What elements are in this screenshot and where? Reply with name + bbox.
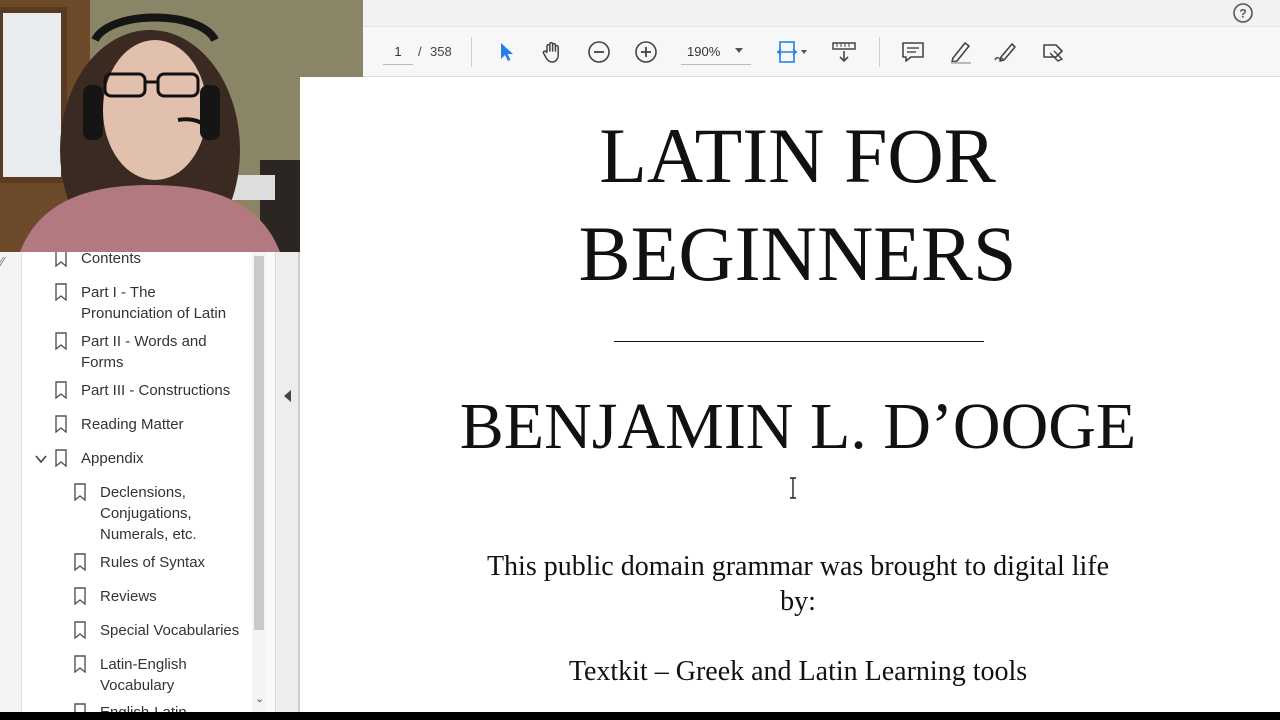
bookmark-label: Appendix xyxy=(81,450,144,467)
page-total: 358 xyxy=(430,44,452,59)
toolbar-divider xyxy=(879,37,880,67)
document-viewport[interactable]: LATIN FOR BEGINNERS BENJAMIN L. D’OOGE T… xyxy=(300,77,1280,712)
panel-gutter xyxy=(266,252,275,712)
scrollbar-thumb[interactable] xyxy=(254,256,264,630)
panel-collapse-bar[interactable] xyxy=(275,252,300,712)
bookmark-icon xyxy=(74,655,86,673)
bookmark-label: Rules of Syntax xyxy=(100,554,206,571)
bookmark-subitem[interactable]: Special Vocabularies xyxy=(73,620,252,641)
document-author: BENJAMIN L. D’OOGE xyxy=(459,390,1137,463)
bookmark-list: Contents Part I - The Pronunciation of L… xyxy=(22,252,252,712)
svg-text:?: ? xyxy=(1239,7,1246,21)
pdf-toolbar: 1 / 358 190% xyxy=(363,27,1280,77)
bookmarks-panel: ⁄⁄ Contents Part I - The Pronunciation o… xyxy=(0,252,300,712)
bookmark-subitem[interactable]: Latin-English Vocabulary xyxy=(73,654,220,696)
zoom-out-icon[interactable] xyxy=(584,37,614,67)
collapse-panel-icon[interactable] xyxy=(284,390,291,402)
bookmark-icon xyxy=(55,252,67,267)
bookmark-subitem[interactable]: Declensions, Conjugations, Numerals, etc… xyxy=(73,482,220,545)
bookmark-icon xyxy=(55,381,67,399)
bookmark-subitem[interactable]: English-Latin xyxy=(73,702,252,712)
page-separator: / xyxy=(418,44,422,59)
bookmark-icon xyxy=(74,587,86,605)
bookmark-label: Latin-English Vocabulary xyxy=(100,656,187,694)
bookmark-icon xyxy=(74,621,86,639)
credit-line: This public domain grammar was brought t… xyxy=(486,551,1110,582)
hand-icon[interactable] xyxy=(537,37,567,67)
bookmark-item[interactable]: Part II - Words and Forms xyxy=(54,331,241,373)
chevron-down-icon[interactable] xyxy=(735,48,743,53)
document-title-line1: LATIN FOR xyxy=(599,112,996,199)
bookmark-icon xyxy=(74,483,86,501)
bookmark-item[interactable]: Reading Matter xyxy=(54,414,241,435)
bookmark-icon xyxy=(74,703,86,712)
bookmark-icon xyxy=(55,283,67,301)
bookmarks-scrollbar[interactable]: ⌄ xyxy=(252,252,266,712)
bookmark-label: English-Latin xyxy=(100,702,252,712)
select-arrow-icon[interactable] xyxy=(491,37,521,67)
scroll-mode-icon[interactable] xyxy=(829,37,859,67)
bookmark-item[interactable]: Part I - The Pronunciation of Latin xyxy=(54,282,241,324)
panel-handle-icon[interactable]: ⁄⁄ xyxy=(0,254,4,269)
bookmark-label: Part I - The Pronunciation of Latin xyxy=(81,284,227,322)
bookmark-subitem[interactable]: Rules of Syntax xyxy=(73,552,252,573)
bookmark-label: Declensions, Conjugations, Numerals, etc… xyxy=(100,484,197,543)
bookmark-icon xyxy=(55,449,67,467)
screen-bottom-edge xyxy=(0,712,1280,720)
panel-tool-strip: ⁄⁄ xyxy=(0,252,22,712)
bookmark-icon xyxy=(55,415,67,433)
more-tools-icon[interactable] xyxy=(1038,37,1068,67)
bookmark-subitem[interactable]: Reviews xyxy=(73,586,252,607)
bookmark-label: Contents xyxy=(81,252,142,267)
credit-line: Textkit – Greek and Latin Learning tools xyxy=(568,656,1028,687)
help-icon[interactable]: ? xyxy=(1232,2,1254,24)
bookmark-label: Reading Matter xyxy=(81,416,184,433)
scroll-down-icon[interactable]: ⌄ xyxy=(255,692,264,705)
bookmark-icon xyxy=(74,553,86,571)
chevron-down-icon[interactable] xyxy=(34,452,48,466)
text-cursor-icon xyxy=(790,477,796,499)
bookmark-item-appendix[interactable]: Appendix xyxy=(54,448,241,469)
comment-icon[interactable] xyxy=(898,37,928,67)
sign-icon[interactable] xyxy=(991,37,1021,67)
document-title-line2: BEGINNERS xyxy=(578,210,1017,297)
zoom-in-icon[interactable] xyxy=(631,37,661,67)
highlight-icon[interactable] xyxy=(945,37,975,67)
toolbar-divider xyxy=(471,37,472,67)
bookmark-label: Part III - Constructions xyxy=(81,382,231,399)
bookmark-label: Part II - Words and Forms xyxy=(81,333,207,371)
credit-line: by: xyxy=(780,586,816,617)
bookmark-label: Special Vocabularies xyxy=(100,622,240,639)
bookmark-item[interactable]: Part III - Constructions xyxy=(54,380,241,401)
bookmark-item[interactable]: Contents xyxy=(54,252,241,269)
bookmark-label: Reviews xyxy=(100,588,157,605)
title-divider xyxy=(614,341,984,342)
page-number-input[interactable]: 1 xyxy=(383,39,413,65)
title-strip: ? xyxy=(363,0,1280,27)
fit-page-icon[interactable] xyxy=(773,37,813,67)
bookmark-icon xyxy=(55,332,67,350)
